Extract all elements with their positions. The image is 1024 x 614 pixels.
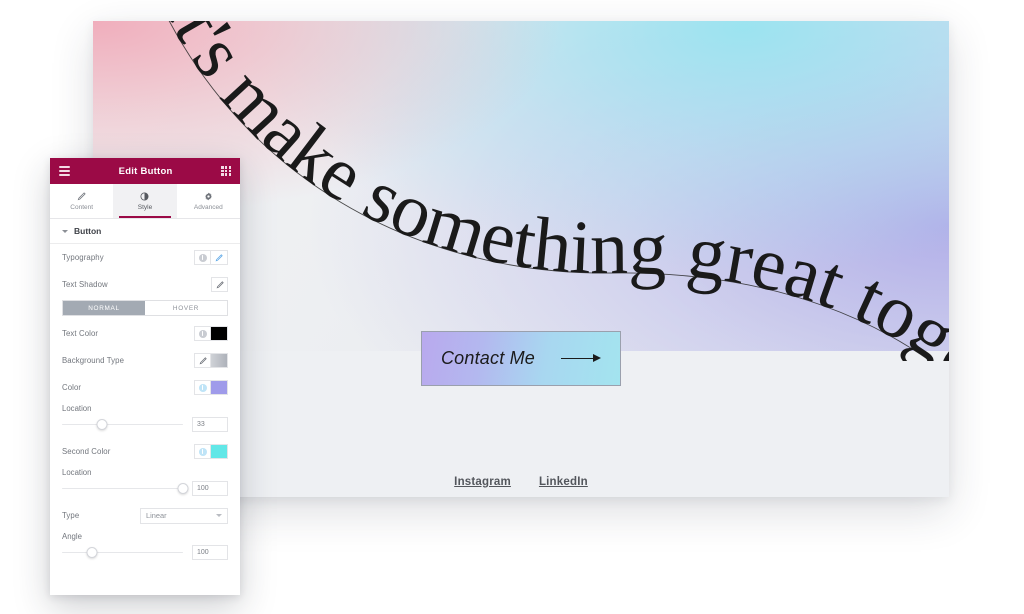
footer-link-instagram[interactable]: Instagram [454, 476, 511, 488]
contact-me-label: Contact Me [440, 348, 536, 368]
pencil-icon [215, 253, 223, 261]
section-header-button[interactable]: Button [50, 219, 240, 244]
text-shadow-edit-button[interactable] [211, 277, 228, 292]
panel-title: Edit Button [118, 165, 173, 177]
typography-controls [194, 250, 228, 265]
pencil-icon [77, 191, 86, 201]
row-text-color: Text Color [50, 320, 240, 347]
background-type-classic-button[interactable] [194, 353, 211, 368]
angle-value[interactable]: 100 [192, 545, 228, 560]
brush-icon [199, 356, 207, 364]
color-location-value[interactable]: 33 [192, 417, 228, 432]
contact-me-button[interactable]: Contact Me [421, 331, 621, 386]
state-toggle-normal[interactable]: NORMAL [63, 301, 145, 315]
pencil-icon [216, 280, 224, 288]
tab-advanced-label: Advanced [193, 203, 223, 211]
typography-globe-button[interactable] [194, 250, 211, 265]
tab-style-label: Style [137, 203, 153, 211]
color-globe-button[interactable] [194, 380, 211, 395]
tab-style[interactable]: Style [113, 184, 177, 218]
second-location-slider[interactable] [62, 483, 189, 495]
tab-content-label: Content [70, 203, 94, 211]
second-color-swatch[interactable] [211, 444, 228, 459]
type-label: Type [62, 511, 80, 520]
typography-edit-button[interactable] [211, 250, 228, 265]
row-type: Type Linear [50, 502, 240, 529]
second-location-slider-row: 100 [50, 477, 240, 502]
second-color-label: Second Color [62, 447, 111, 456]
text-shadow-label: Text Shadow [62, 280, 108, 289]
typography-label: Typography [62, 253, 104, 262]
hamburger-icon[interactable] [59, 166, 70, 176]
text-color-globe-button[interactable] [194, 326, 211, 341]
row-background-type: Background Type [50, 347, 240, 374]
background-type-gradient-button[interactable] [211, 353, 228, 368]
panel-body: Button Typography Text Shadow NORMAL HOV… [50, 219, 240, 566]
color-location-slider[interactable] [62, 419, 183, 431]
tab-advanced[interactable]: Advanced [177, 184, 240, 218]
color-swatch[interactable] [211, 380, 228, 395]
background-type-controls [194, 353, 228, 368]
footer-link-linkedin[interactable]: LinkedIn [539, 476, 588, 488]
row-color: Color [50, 374, 240, 401]
angle-slider-row: 100 [50, 541, 240, 566]
tab-content[interactable]: Content [50, 184, 113, 218]
panel-header: Edit Button [50, 158, 240, 184]
gear-icon [204, 192, 213, 201]
chevron-down-icon [216, 514, 222, 517]
type-select[interactable]: Linear [140, 507, 228, 524]
grid-apps-icon[interactable] [221, 166, 231, 176]
color-location-label: Location [62, 404, 92, 413]
color-label: Color [62, 383, 82, 392]
second-location-value[interactable]: 100 [192, 481, 228, 496]
type-select-value: Linear [146, 511, 167, 520]
row-typography: Typography [50, 244, 240, 271]
slider-knob[interactable] [177, 483, 189, 494]
second-location-label: Location [62, 468, 92, 477]
globe-icon [198, 383, 207, 392]
text-shadow-controls [211, 277, 228, 292]
slider-knob[interactable] [96, 419, 108, 430]
text-color-controls [194, 326, 228, 341]
contrast-icon [140, 192, 149, 201]
second-color-globe-button[interactable] [194, 444, 211, 459]
color-controls [194, 380, 228, 395]
globe-icon [198, 329, 207, 338]
section-title: Button [74, 226, 102, 236]
angle-label: Angle [62, 532, 82, 541]
row-second-color: Second Color [50, 438, 240, 465]
globe-icon [198, 447, 207, 456]
color-location-slider-row: 33 [50, 413, 240, 438]
text-color-swatch[interactable] [211, 326, 228, 341]
state-toggle-hover[interactable]: HOVER [145, 301, 227, 315]
second-color-controls [194, 444, 228, 459]
state-toggle: NORMAL HOVER [62, 300, 228, 316]
caret-down-icon [62, 229, 68, 233]
screenshot-root: let's make something great together Cont… [0, 0, 1024, 614]
globe-icon [198, 253, 207, 262]
row-text-shadow: Text Shadow [50, 271, 240, 298]
text-color-label: Text Color [62, 329, 99, 338]
background-type-label: Background Type [62, 356, 125, 365]
arrow-right-icon [561, 353, 602, 365]
editor-panel: Edit Button Content Style Advanced Butto… [50, 158, 240, 595]
angle-slider[interactable] [62, 547, 183, 559]
slider-knob[interactable] [86, 547, 98, 558]
panel-tabs: Content Style Advanced [50, 184, 240, 219]
